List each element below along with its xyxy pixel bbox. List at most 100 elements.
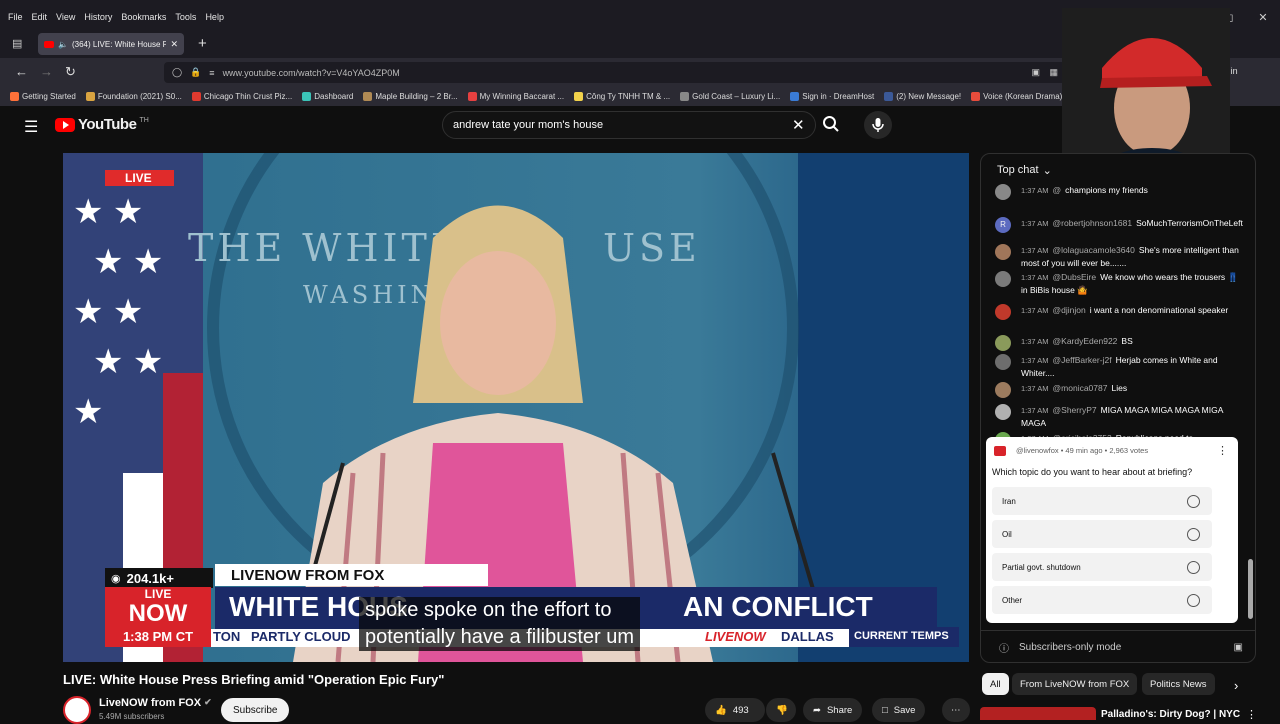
chat-author[interactable]: @ (1053, 185, 1062, 195)
chat-avatar[interactable] (995, 271, 1011, 287)
bookmark-item[interactable]: Công Ty TNHH TM & ... (574, 91, 670, 101)
share-button[interactable]: ➦ Share (803, 698, 863, 722)
chat-timestamp: 1:37 AM (1021, 186, 1049, 195)
bookmark-item[interactable]: (2) New Message! (884, 91, 961, 101)
chat-text: Herjab comes in White and Whiter.... (1021, 355, 1218, 378)
bookmark-label: Getting Started (22, 91, 76, 101)
chevron-right-icon[interactable]: › (1234, 678, 1238, 693)
poll-question: Which topic do you want to hear about at… (992, 467, 1193, 477)
chat-avatar[interactable] (995, 354, 1011, 370)
bookmark-favicon-icon (85, 91, 95, 101)
bookmark-item[interactable]: Foundation (2021) S0... (85, 91, 182, 101)
chat-author[interactable]: @KardyEden922 (1053, 336, 1118, 346)
permissions-icon[interactable]: ≡ (209, 68, 214, 78)
chat-avatar[interactable] (995, 382, 1011, 398)
menu-bookmarks[interactable]: Bookmarks (121, 12, 166, 22)
pip-icon[interactable]: ▣ (1031, 67, 1040, 78)
poll-option-iran[interactable]: Iran (992, 487, 1212, 515)
menu-edit[interactable]: Edit (32, 12, 48, 22)
chip-politics-news[interactable]: Politics News (1142, 673, 1215, 695)
audio-icon[interactable]: 🔈 (58, 40, 68, 49)
chat-avatar[interactable]: R (995, 217, 1011, 233)
youtube-logo[interactable]: YouTube TH (55, 116, 149, 133)
bookmark-item[interactable]: Maple Building – 2 Br... (363, 91, 458, 101)
chip-all[interactable]: All (982, 673, 1009, 695)
voice-search-button[interactable] (864, 111, 892, 139)
hamburger-menu-icon[interactable]: ☰ (24, 117, 38, 137)
chat-author[interactable]: @DubsEire (1053, 272, 1097, 282)
chat-author[interactable]: @djinjon (1053, 305, 1086, 315)
share-icon: ➦ (813, 704, 821, 716)
chat-author[interactable]: @lolaguacamole3640 (1053, 245, 1135, 255)
bookmark-item[interactable]: My Winning Baccarat ... (467, 91, 564, 101)
clear-search-icon[interactable]: ✕ (792, 116, 805, 134)
menu-help[interactable]: Help (205, 12, 224, 22)
menu-history[interactable]: History (84, 12, 112, 22)
poll-option-other[interactable]: Other (992, 586, 1212, 614)
bookmark-item[interactable]: Sign in · DreamHost (790, 91, 874, 101)
chat-avatar[interactable] (995, 304, 1011, 320)
chat-scrollbar[interactable] (1248, 559, 1253, 619)
shield-icon[interactable]: ◯ (172, 67, 182, 78)
chat-author[interactable]: @robertjohnson1681 (1053, 218, 1133, 228)
chat-avatar[interactable] (995, 184, 1011, 200)
subscribers-only-label: Subscribers-only mode (1019, 642, 1122, 653)
bookmark-favicon-icon (467, 91, 477, 101)
new-tab-button[interactable]: + (198, 35, 207, 52)
ticker-city: DALLAS (781, 629, 834, 644)
caption-line-1: spoke spoke on the effort to (365, 599, 612, 621)
chat-author[interactable]: @SherryP7 (1053, 405, 1097, 415)
bookmark-item[interactable]: Gold Coast – Luxury Li... (680, 91, 780, 101)
menu-tools[interactable]: Tools (175, 12, 196, 22)
lock-icon[interactable]: 🔒 (190, 67, 201, 78)
live-now-logo: LIVE NOW (105, 587, 211, 629)
chat-author[interactable]: @monica0787 (1053, 383, 1108, 393)
menu-file[interactable]: File (8, 12, 23, 22)
url-bar[interactable]: ◯ 🔒 ≡ www.youtube.com/watch?v=V4oYAO4ZP0… (164, 62, 1084, 83)
poll-option-shutdown[interactable]: Partial govt. shutdown (992, 553, 1212, 581)
reload-icon[interactable]: ↻ (65, 64, 76, 80)
subscribe-button[interactable]: Subscribe (221, 698, 290, 722)
more-options-icon[interactable]: ⋮ (1217, 444, 1228, 457)
menu-view[interactable]: View (56, 12, 75, 22)
caption-line-2: potentially have a filibuster um (365, 626, 635, 648)
channel-name[interactable]: LiveNOW from FOX ✔ (99, 697, 212, 709)
chat-timestamp: 1:37 AM (1021, 273, 1049, 282)
chip-from-channel[interactable]: From LiveNOW from FOX (1012, 673, 1138, 695)
chat-footer: ⓘ Subscribers-only mode ▣ (981, 630, 1255, 662)
next-video-menu-icon[interactable]: ⋮ (1246, 708, 1257, 721)
back-icon[interactable]: ← (15, 64, 28, 79)
browser-tab[interactable]: 🔈 (364) LIVE: White House Pres ✕ (38, 33, 184, 55)
save-button[interactable]: □ Save (872, 698, 926, 722)
next-video-title[interactable]: Palladino's: Dirty Dog? | NYC (1101, 709, 1240, 720)
chat-avatar[interactable] (995, 244, 1011, 260)
bookmark-item[interactable]: Chicago Thin Crust Piz... (191, 91, 292, 101)
emoji-toggle-icon[interactable]: ▣ (1234, 642, 1243, 653)
chat-avatar[interactable] (995, 335, 1011, 351)
next-video-thumbnail[interactable] (980, 707, 1096, 720)
video-player[interactable]: ★ ★ ★ ★ ★ ★ ★ ★ ★ THE WHITE USE WASHING … (63, 153, 969, 662)
chat-message: 1:37 AM @djinjon i want a non denomination… (995, 304, 1245, 320)
search-input[interactable]: andrew tate your mom's house (442, 111, 816, 139)
search-icon[interactable] (822, 115, 840, 138)
bookmark-item[interactable]: Getting Started (10, 91, 76, 101)
bookmark-item[interactable]: Dashboard (302, 91, 353, 101)
tab-list-icon[interactable]: ▤ (12, 37, 22, 50)
dislike-button[interactable]: 👎 (766, 698, 796, 722)
chat-text: champions my friends (1065, 185, 1148, 195)
chat-avatar[interactable] (995, 404, 1011, 420)
top-chat-dropdown[interactable]: Top chat ⌄ (997, 164, 1052, 177)
chat-author[interactable]: @JeffBarker-j2f (1053, 355, 1112, 365)
reader-icon[interactable]: ▦ (1049, 67, 1058, 78)
bookmark-item[interactable]: Voice (Korean Drama) (971, 91, 1062, 101)
more-actions-button[interactable]: ⋯ (942, 698, 970, 722)
poll-option-label: Other (1002, 595, 1023, 605)
close-window-icon[interactable]: ✕ (1246, 11, 1280, 24)
bookmark-favicon-icon (884, 91, 894, 101)
forward-icon[interactable]: → (40, 64, 53, 79)
microphone-icon (872, 118, 884, 132)
bookmark-favicon-icon (790, 91, 800, 101)
poll-option-oil[interactable]: Oil (992, 520, 1212, 548)
close-tab-icon[interactable]: ✕ (170, 39, 178, 50)
like-button[interactable]: 👍 493 (705, 698, 765, 722)
